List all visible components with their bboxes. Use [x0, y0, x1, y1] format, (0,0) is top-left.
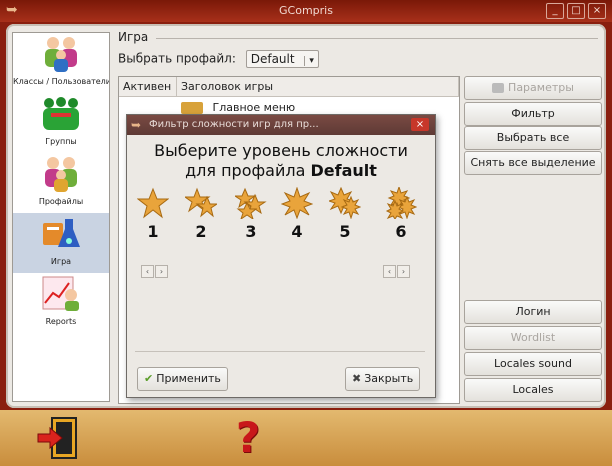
scroll-right-icon[interactable]: ›: [397, 265, 410, 278]
close-icon[interactable]: ×: [411, 118, 429, 131]
sidebar-item-label: Reports: [45, 317, 77, 326]
apply-button[interactable]: ✔ Применить: [137, 367, 228, 391]
sidebar-item-game[interactable]: Игра: [13, 213, 109, 273]
maximize-icon[interactable]: □: [567, 3, 585, 19]
profile-row: Выбрать профайл: Default ▾: [118, 50, 319, 68]
profile-select[interactable]: Default ▾: [245, 50, 319, 68]
level-5-toggle[interactable]: 5: [325, 186, 365, 247]
sidebar-item-profiles[interactable]: Профайлы: [13, 153, 109, 213]
difficulty-levels: 1 2 3 4 5 6: [133, 185, 429, 257]
scroll-left-icon[interactable]: ‹: [141, 265, 154, 278]
level-number: 3: [245, 222, 257, 241]
star-2-icon: [183, 187, 219, 218]
params-button[interactable]: Параметры: [464, 76, 602, 100]
select-all-button[interactable]: Выбрать все: [464, 126, 602, 150]
sidebar: Классы / Пользователи Группы Профайлы Иг…: [12, 32, 110, 402]
profiles-icon: [45, 157, 77, 192]
star-6-icon: [385, 185, 418, 220]
checkmark-icon: ✔: [144, 372, 154, 385]
star-5-icon: [327, 186, 362, 220]
level-1-toggle[interactable]: 1: [133, 187, 173, 247]
level-number: 2: [195, 222, 207, 241]
bottom-bar: ?: [0, 410, 612, 466]
group-divider: [156, 38, 598, 39]
difficulty-filter-dialog: ➥ Фильтр сложности игр для пр... × Выбер…: [126, 114, 436, 398]
sidebar-item-reports[interactable]: Reports: [13, 273, 109, 333]
star-4-icon: [280, 186, 314, 220]
level-2-toggle[interactable]: 2: [181, 187, 221, 247]
wordlist-button[interactable]: Wordlist: [464, 326, 602, 350]
minimize-icon[interactable]: _: [546, 3, 564, 19]
folder-icon: [181, 102, 203, 114]
close-icon: ✖: [352, 372, 362, 385]
sidebar-item-users[interactable]: Классы / Пользователи: [13, 33, 109, 93]
sidebar-item-label: Классы / Пользователи: [13, 77, 109, 86]
scroll-right-icon[interactable]: ›: [155, 265, 168, 278]
game-icon: [43, 219, 80, 247]
dialog-title: Фильтр сложности игр для пр...: [149, 119, 319, 130]
group-label: Игра: [118, 30, 149, 44]
level-3-toggle[interactable]: 3: [231, 187, 271, 247]
window-title: GCompris: [279, 4, 333, 17]
locales-button[interactable]: Locales: [464, 378, 602, 402]
deselect-all-button[interactable]: Снять все выделение: [464, 151, 602, 175]
groups-icon: [43, 97, 79, 130]
dialog-titlebar: ➥ Фильтр сложности игр для пр... ×: [127, 115, 435, 135]
window-titlebar: ➥ GCompris _ □ ×: [0, 0, 612, 22]
close-label: Закрыть: [364, 372, 414, 385]
column-header-title[interactable]: Заголовок игры: [177, 77, 459, 97]
chevron-down-icon: ▾: [304, 56, 314, 66]
exit-door-icon[interactable]: [36, 416, 84, 460]
level-6-toggle[interactable]: 6: [381, 185, 421, 247]
login-button[interactable]: Логин: [464, 300, 602, 324]
level-4-toggle[interactable]: 4: [277, 186, 317, 247]
sidebar-item-groups[interactable]: Группы: [13, 93, 109, 153]
apply-label: Применить: [156, 372, 221, 385]
filter-button[interactable]: Фильтр: [464, 102, 602, 126]
table-row[interactable]: Главное меню: [181, 101, 295, 114]
level-number: 4: [291, 222, 303, 241]
sidebar-item-label: Группы: [45, 137, 77, 146]
heading-line-1: Выберите уровень сложности: [154, 141, 408, 160]
star-3-icon: [233, 187, 267, 221]
close-icon[interactable]: ×: [588, 3, 606, 19]
dialog-divider: [135, 351, 425, 352]
sidebar-item-label: Игра: [50, 257, 72, 266]
column-header-active[interactable]: Активен: [119, 77, 177, 97]
level-number: 6: [395, 222, 407, 241]
scroll-left-icon[interactable]: ‹: [383, 265, 396, 278]
settings-icon: [492, 83, 505, 93]
profile-label: Выбрать профайл:: [118, 51, 236, 66]
profile-select-value: Default: [250, 52, 295, 66]
star-1-icon: [136, 187, 170, 219]
close-button[interactable]: ✖ Закрыть: [345, 367, 421, 391]
level-number: 5: [339, 222, 351, 241]
params-label: Параметры: [508, 81, 574, 94]
help-icon[interactable]: ?: [228, 414, 268, 462]
window-controls: _ □ ×: [546, 3, 606, 19]
heading-prefix: для профайла: [185, 161, 306, 180]
users-icon: [45, 37, 77, 72]
sidebar-item-label: Профайлы: [38, 197, 84, 206]
level-number: 1: [147, 222, 159, 241]
reports-icon: [42, 276, 79, 311]
game-title: Главное меню: [212, 101, 296, 114]
dialog-heading: Выберите уровень сложности для профайла …: [127, 141, 435, 181]
heading-line-2: для профайла Default: [127, 161, 435, 181]
dialog-menu-icon[interactable]: ➥: [131, 115, 141, 135]
locales-sound-button[interactable]: Locales sound: [464, 352, 602, 376]
heading-profile: Default: [310, 161, 377, 180]
